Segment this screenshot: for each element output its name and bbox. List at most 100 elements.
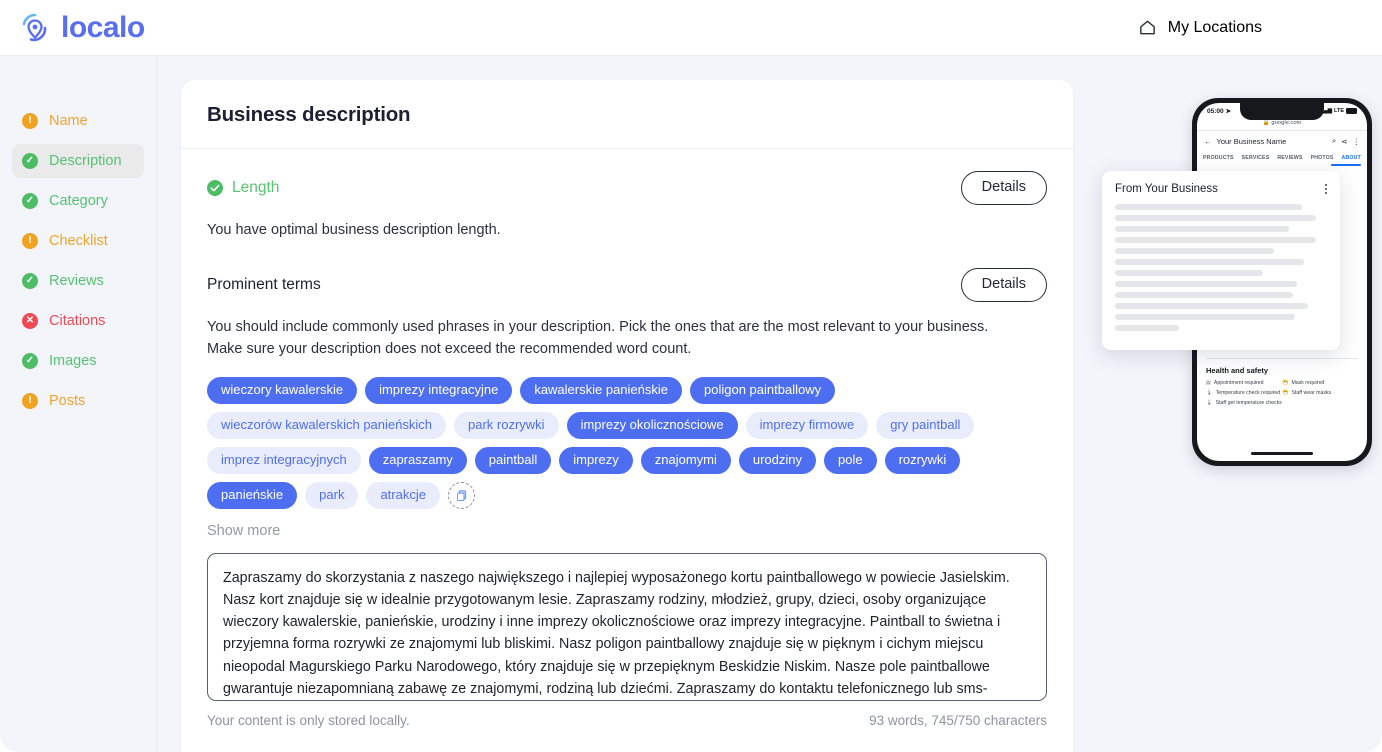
phone-status-right: ▂▄▆ LTE [1320, 108, 1357, 114]
health-item-label: Staff get temperature checks [1215, 399, 1282, 406]
arrow-left-icon[interactable]: ← [1204, 137, 1212, 146]
prominent-label-wrap: Prominent terms [207, 276, 321, 294]
brand-name: localo [61, 10, 145, 44]
length-details-button[interactable]: Details [960, 171, 1047, 205]
sidebar-item-posts[interactable]: ! Posts [12, 384, 144, 418]
keyword-tag[interactable]: imprezy okolicznościowe [566, 412, 738, 439]
sidebar-item-citations[interactable]: ✕ Citations [12, 304, 144, 338]
show-more-link[interactable]: Show more [207, 523, 280, 539]
phone-tabs: PRODUCTS SERVICES REVIEWS PHOTOS ABOUT [1197, 151, 1367, 161]
check-icon: ✓ [22, 193, 38, 209]
error-icon: ✕ [22, 313, 38, 329]
length-body-text: You have optimal business description le… [207, 222, 501, 238]
skeleton-line [1115, 237, 1317, 243]
from-your-business-card: From Your Business [1102, 171, 1340, 350]
tab-reviews[interactable]: REVIEWS [1277, 155, 1302, 161]
health-item-label: Temperature check required [1215, 389, 1281, 396]
keyword-tag[interactable]: kawalerskie panieńskie [520, 377, 682, 405]
sidebar-item-label: Checklist [49, 233, 108, 249]
skeleton-line [1115, 270, 1264, 276]
keyword-tag[interactable]: park [305, 481, 359, 509]
sidebar-item-description[interactable]: ✓ Description [12, 144, 144, 178]
tab-services[interactable]: SERVICES [1242, 155, 1270, 161]
length-section-header: Length Details [207, 171, 1047, 205]
health-item-label: Appointment required [1213, 379, 1264, 386]
tab-about[interactable]: ABOUT [1342, 155, 1361, 161]
sidebar-item-label: Posts [49, 393, 86, 409]
health-safety-title: Health and safety [1206, 365, 1269, 375]
main-content: Business description Length Details You … [157, 56, 1382, 752]
warning-icon: ! [22, 233, 38, 249]
keyword-tag[interactable]: poligon paintballowy [690, 377, 836, 405]
more-vertical-icon[interactable]: ⋮ [1353, 137, 1361, 146]
tab-photos[interactable]: PHOTOS [1311, 155, 1334, 161]
keyword-tag[interactable]: znajomymi [640, 446, 731, 474]
keyword-tag[interactable]: wieczory kawalerskie [207, 377, 358, 405]
skeleton-line [1115, 314, 1296, 320]
copy-icon[interactable] [447, 481, 475, 509]
divider [1206, 358, 1358, 359]
prominent-terms-label: Prominent terms [207, 276, 321, 294]
keyword-tag[interactable]: imprezy [559, 446, 633, 474]
sidebar-item-label: Category [49, 193, 108, 209]
thermometer-icon: 🌡 [1206, 399, 1213, 406]
home-icon [1138, 18, 1157, 37]
prominent-terms-section-header: Prominent terms Details [207, 268, 1047, 302]
more-vertical-icon[interactable] [1324, 183, 1327, 195]
card-body: Length Details You have optimal business… [181, 149, 1073, 752]
sidebar-item-category[interactable]: ✓ Category [12, 184, 144, 218]
brand-logo[interactable]: localo [18, 11, 145, 45]
mask-icon: 😷 [1282, 379, 1289, 386]
prominent-body-line-1: You should include commonly used phrases… [207, 319, 989, 336]
keyword-tag[interactable]: imprez integracyjnych [207, 446, 361, 474]
keyword-tag[interactable]: wieczorów kawalerskich panieńskich [207, 412, 446, 439]
keyword-tag[interactable]: panieńskie [207, 481, 298, 509]
storage-note: Your content is only stored locally. [207, 712, 410, 728]
keyword-tag[interactable]: gry paintball [876, 412, 975, 439]
page-title: Business description [207, 103, 411, 126]
prominent-details-button[interactable]: Details [960, 268, 1047, 302]
location-arrow-icon: ➤ [1225, 108, 1232, 115]
keyword-tag[interactable]: pole [824, 446, 877, 474]
sidebar-item-label: Reviews [49, 273, 104, 289]
health-item-label: Staff wear masks [1291, 389, 1332, 396]
share-icon[interactable]: ⋖ [1341, 137, 1347, 146]
skeleton-line [1115, 215, 1317, 221]
health-item: 🌡 Staff get temperature checks [1206, 400, 1282, 406]
overlay-header: From Your Business [1115, 183, 1327, 195]
health-item: ▤ Appointment required [1206, 380, 1282, 386]
app-root: localo My Locations ! Name ✓ Description [0, 0, 1382, 752]
sidebar-item-reviews[interactable]: ✓ Reviews [12, 264, 144, 298]
tab-products[interactable]: PRODUCTS [1203, 155, 1234, 161]
keyword-tag[interactable]: atrakcje [366, 481, 440, 509]
skeleton-line [1115, 259, 1304, 265]
keyword-tag[interactable]: zapraszamy [368, 446, 467, 474]
skeleton-line [1115, 292, 1294, 298]
keyword-tag[interactable]: park rozrywki [453, 412, 559, 439]
health-safety-list: ▤ Appointment required 😷 Mask required 🌡 [1206, 380, 1358, 410]
sidebar-item-label: Citations [49, 313, 106, 329]
keyword-tag[interactable]: paintball [474, 446, 552, 474]
health-item-label: Mask required [1291, 379, 1325, 386]
sidebar-item-label: Images [49, 353, 97, 369]
tab-active-indicator [1331, 164, 1361, 166]
skeleton-line [1115, 325, 1179, 331]
description-textarea[interactable] [207, 552, 1047, 701]
keyword-tag[interactable]: urodziny [738, 446, 817, 474]
sidebar: ! Name ✓ Description ✓ Category ! Checkl… [0, 56, 157, 752]
keyword-tag[interactable]: rozrywki [884, 446, 961, 474]
phone-url: google.com [1271, 120, 1302, 126]
phone-home-indicator [1251, 452, 1313, 455]
my-locations-link[interactable]: My Locations [1138, 18, 1356, 37]
warning-icon: ! [22, 393, 38, 409]
calendar-icon: ▤ [1206, 379, 1211, 386]
skeleton-line [1115, 303, 1308, 309]
search-icon[interactable]: ⌕ [1332, 136, 1336, 146]
keyword-tag[interactable]: imprezy integracyjne [365, 377, 513, 405]
health-item: 😷 Staff wear masks [1282, 390, 1358, 396]
sidebar-item-name[interactable]: ! Name [12, 104, 144, 138]
warning-icon: ! [22, 113, 38, 129]
sidebar-item-checklist[interactable]: ! Checklist [12, 224, 144, 258]
sidebar-item-images[interactable]: ✓ Images [12, 344, 144, 378]
keyword-tag[interactable]: imprezy firmowe [745, 412, 869, 439]
